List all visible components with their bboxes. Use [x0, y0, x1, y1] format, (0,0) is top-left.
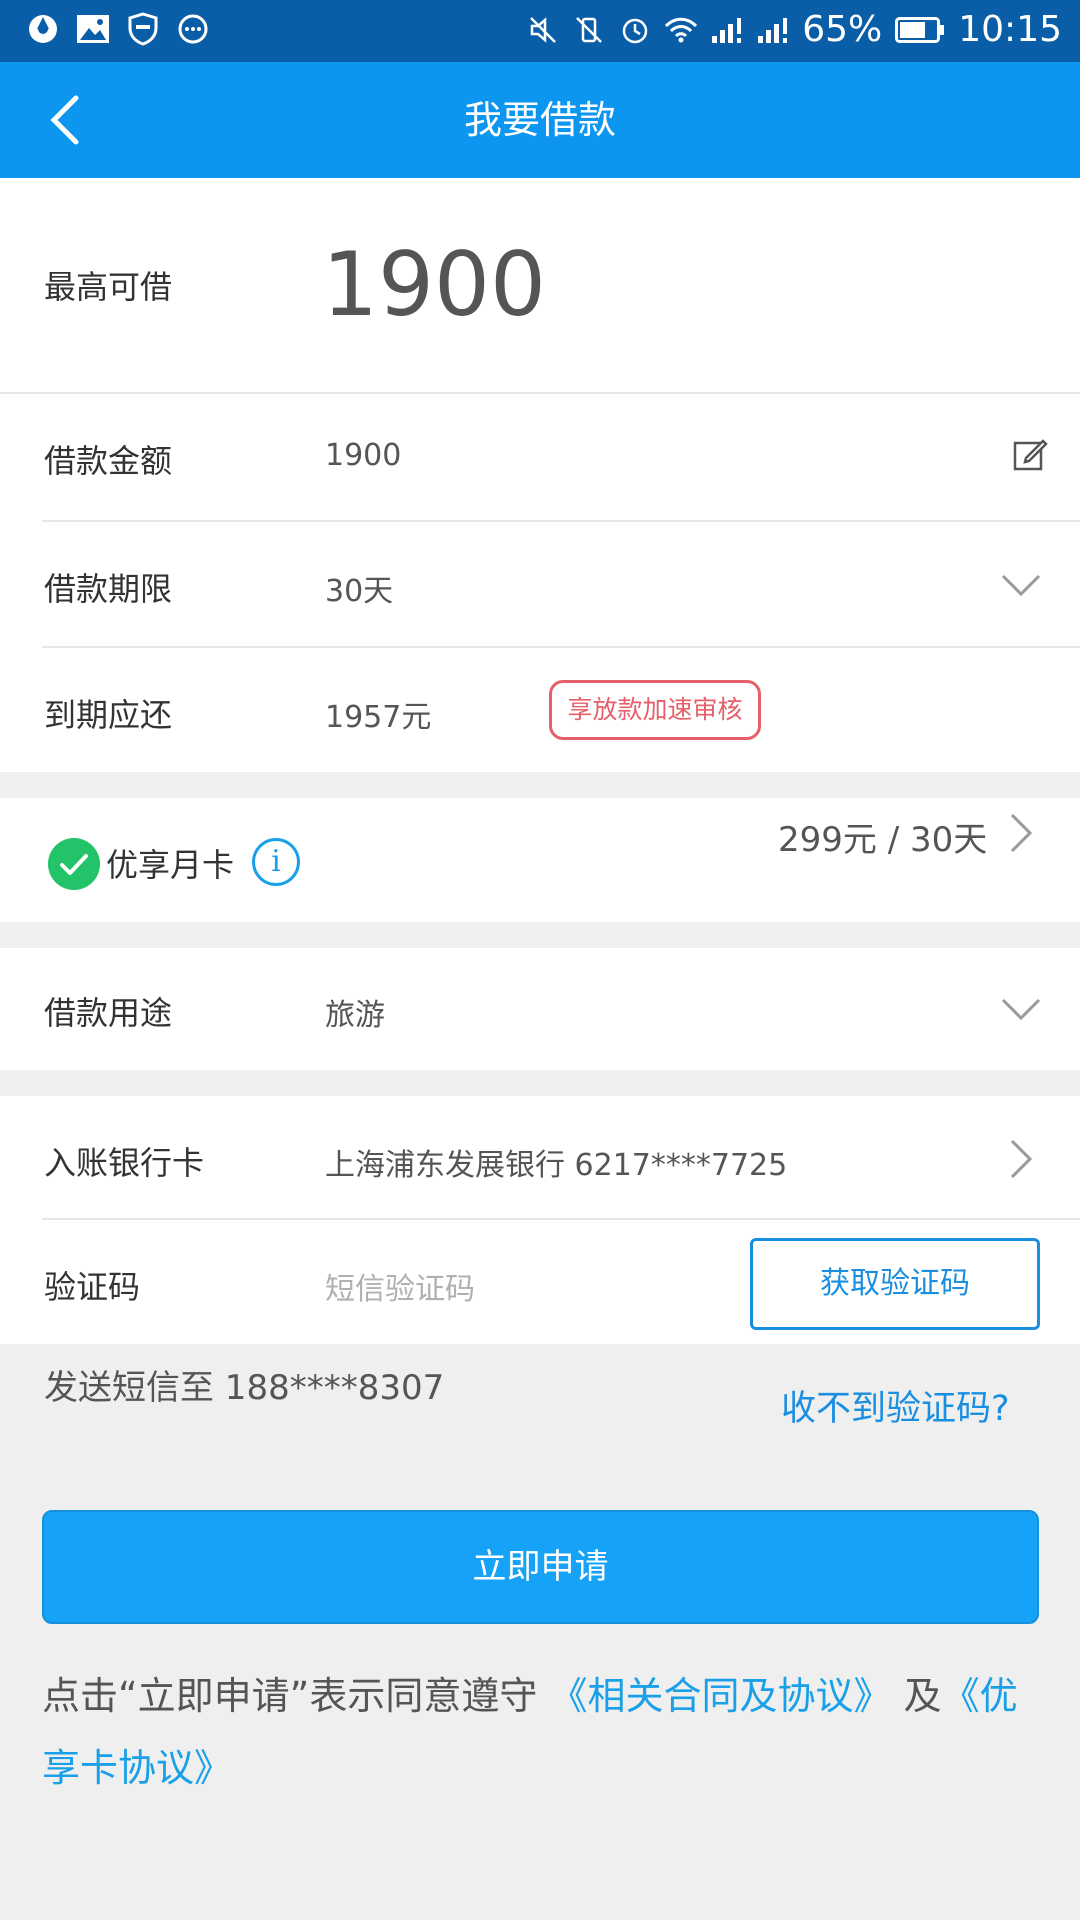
- no-code-link[interactable]: 收不到验证码?: [781, 1380, 1010, 1431]
- bank-card-row[interactable]: 入账银行卡 上海浦东发展银行 6217****7725: [0, 1096, 1080, 1220]
- loan-amount-label: 借款金额: [44, 442, 173, 480]
- check-icon[interactable]: [48, 838, 100, 890]
- apply-button[interactable]: 立即申请: [42, 1510, 1039, 1624]
- edit-icon[interactable]: [1012, 436, 1048, 472]
- monthly-card-label: 优享月卡: [106, 846, 235, 884]
- mute-icon: [526, 13, 560, 47]
- due-repay-label: 到期应还: [44, 696, 173, 734]
- chevron-down-icon: [1001, 998, 1041, 1021]
- loan-purpose-label: 借款用途: [44, 994, 173, 1032]
- wifi-icon: [664, 13, 698, 47]
- loan-purpose-row[interactable]: 借款用途 旅游: [0, 948, 1080, 1070]
- get-code-button[interactable]: 获取验证码: [750, 1238, 1040, 1330]
- back-button[interactable]: [40, 92, 96, 148]
- agreement-prefix: 点击“立即申请”表示同意遵守: [42, 1674, 538, 1718]
- vibrate-off-icon: [572, 13, 606, 47]
- sms-note: 发送短信至 188****8307: [44, 1368, 445, 1408]
- monthly-card-price: 299元 / 30天: [778, 820, 988, 860]
- loan-amount-value: 1900: [325, 438, 402, 473]
- agreement-text: 点击“立即申请”表示同意遵守 《相关合同及协议》 及《优享卡协议》: [42, 1660, 1042, 1804]
- loan-term-label: 借款期限: [44, 570, 173, 608]
- chevron-right-icon[interactable]: [1006, 812, 1036, 854]
- due-repay-value: 1957元: [325, 700, 432, 735]
- contract-link[interactable]: 《相关合同及协议》: [549, 1674, 891, 1718]
- max-borrow-label: 最高可借: [44, 268, 173, 306]
- signal-icon-2: [756, 13, 790, 47]
- clock: 10:15: [958, 9, 1062, 50]
- aperture-icon: [26, 12, 60, 46]
- due-repay-row: 到期应还 1957元: [0, 648, 1080, 772]
- info-icon[interactable]: i: [252, 838, 300, 886]
- verification-label: 验证码: [44, 1268, 141, 1306]
- chevron-left-icon: [50, 95, 79, 145]
- bank-card-label: 入账银行卡: [44, 1144, 205, 1182]
- status-left-icons: [26, 12, 210, 46]
- more-icon: [176, 12, 210, 46]
- alarm-icon: [618, 13, 652, 47]
- battery-percent: 65%: [802, 9, 883, 50]
- image-icon: [76, 12, 110, 46]
- verification-input[interactable]: 短信验证码: [325, 1264, 475, 1308]
- max-borrow-value: 1900: [322, 233, 546, 336]
- title-bar: 我要借款: [0, 62, 1080, 178]
- chevron-down-icon: [1001, 574, 1041, 597]
- signal-icon: [710, 13, 744, 47]
- status-right-icons: 65% 10:15: [526, 8, 1062, 52]
- bank-card-value: 上海浦东发展银行 6217****7725: [325, 1148, 788, 1183]
- battery-icon: [894, 13, 946, 47]
- chevron-right-icon: [1010, 1139, 1033, 1179]
- speed-review-tag: 享放款加速审核: [549, 680, 761, 740]
- loan-purpose-value: 旅游: [325, 998, 385, 1033]
- status-bar: 65% 10:15: [0, 0, 1080, 62]
- page-title: 我要借款: [463, 98, 616, 142]
- shield-icon: [126, 12, 160, 46]
- loan-amount-row[interactable]: 借款金额 1900: [0, 394, 1080, 520]
- loan-term-row[interactable]: 借款期限 30天: [0, 522, 1080, 646]
- loan-term-value: 30天: [325, 574, 394, 609]
- agreement-middle: 及: [903, 1674, 942, 1718]
